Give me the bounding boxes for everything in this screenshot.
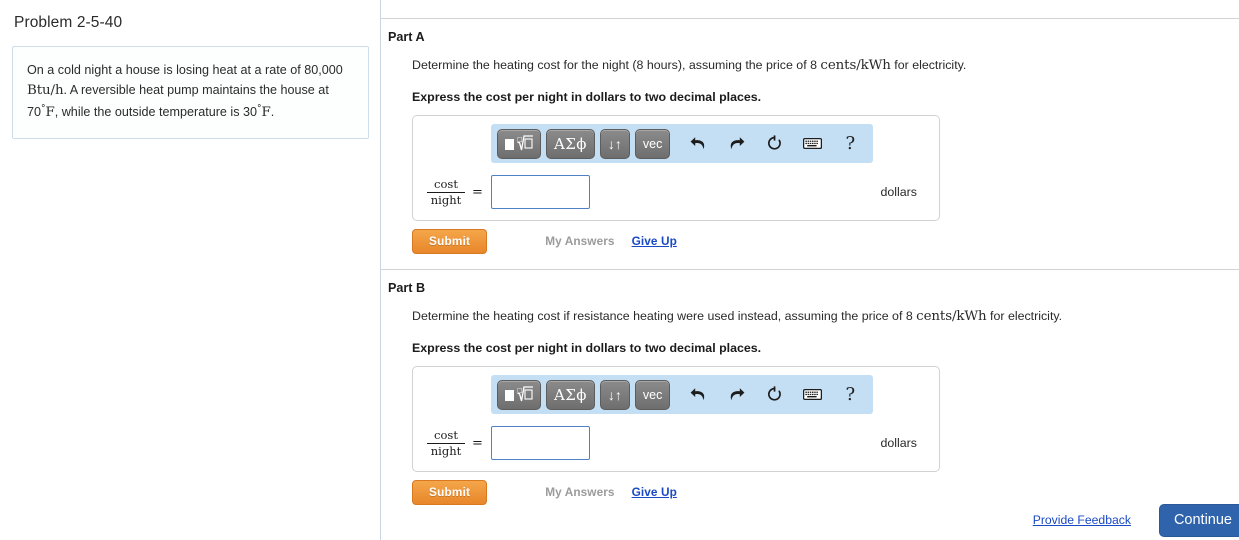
- problem-parts-region: Part A Determine the heating cost for th…: [381, 0, 1239, 540]
- problem-statement: On a cold night a house is losing heat a…: [12, 46, 369, 139]
- part-a-price-unit: cents/kWh: [820, 58, 891, 73]
- page-title: Problem 2-5-40: [14, 14, 123, 31]
- greek-letters-button[interactable]: ΑΣϕ: [546, 379, 595, 410]
- part-b-prompt-text-2: for electricity.: [986, 309, 1063, 324]
- math-template-button[interactable]: □: [497, 379, 541, 410]
- part-b-block: Part B Determine the heating cost if res…: [381, 281, 1239, 505]
- part-b-cost-per-night-fraction: cost night: [427, 427, 465, 458]
- unit-btu-per-hour: Btu/h: [27, 83, 64, 99]
- part-a-instruction: Express the cost per night in dollars to…: [412, 90, 762, 105]
- fraction-denominator: night: [430, 192, 462, 207]
- temperature-outside: 30: [243, 105, 258, 120]
- redo-icon[interactable]: [721, 381, 751, 409]
- part-a-answer-row: cost night = dollars: [427, 174, 939, 210]
- part-a-unit-label: dollars: [880, 185, 917, 200]
- part-b-price-unit: cents/kWh: [916, 309, 987, 325]
- provide-feedback-link[interactable]: Provide Feedback: [1033, 513, 1131, 527]
- keyboard-icon[interactable]: [797, 381, 827, 409]
- statement-line-2: . A reversible heat pump maintains the h…: [63, 83, 329, 98]
- fraction-numerator: cost: [434, 427, 458, 442]
- degree-fahrenheit-inside: °F: [41, 104, 55, 121]
- vector-button[interactable]: vec: [634, 128, 671, 159]
- divider-between-parts: [381, 269, 1239, 271]
- arrows-button[interactable]: ↓↑: [599, 128, 630, 159]
- statement-period: .: [270, 105, 275, 120]
- help-icon[interactable]: ?: [835, 130, 865, 158]
- part-b-my-answers-link[interactable]: My Answers: [545, 485, 614, 499]
- vector-button[interactable]: vec: [634, 379, 671, 410]
- help-icon[interactable]: ?: [835, 381, 865, 409]
- part-a-submit-button[interactable]: Submit: [412, 228, 488, 254]
- part-a-actions: Submit My Answers Give Up: [412, 228, 1239, 254]
- part-b-give-up-link[interactable]: Give Up: [632, 485, 677, 499]
- reset-icon[interactable]: [759, 130, 789, 158]
- redo-icon[interactable]: [721, 130, 751, 158]
- part-b-answer-panel: □ ΑΣϕ ↓↑ vec ? cost night = dollars: [412, 366, 940, 473]
- degree-fahrenheit-outside: °F: [257, 104, 271, 121]
- part-b-unit-label: dollars: [880, 436, 917, 451]
- equals-sign: =: [472, 184, 483, 200]
- temperature-inside: 70: [27, 105, 42, 120]
- keyboard-icon[interactable]: [797, 130, 827, 158]
- part-b-math-toolbar: □ ΑΣϕ ↓↑ vec ?: [491, 375, 873, 415]
- part-a-title: Part A: [388, 30, 425, 44]
- math-template-button[interactable]: □: [497, 128, 541, 159]
- part-b-prompt: Determine the heating cost if resistance…: [412, 308, 1239, 326]
- part-a-answer-panel: □ ΑΣϕ ↓↑ vec ? cost night = dollars: [412, 115, 940, 222]
- part-a-math-toolbar: □ ΑΣϕ ↓↑ vec ?: [491, 124, 873, 164]
- fraction-denominator: night: [430, 443, 462, 458]
- page-footer: Provide Feedback Continue: [381, 500, 1239, 540]
- statement-line-3: , while the outside temperature is: [54, 105, 244, 120]
- fraction-numerator: cost: [434, 176, 458, 191]
- part-a-answer-input[interactable]: [490, 175, 590, 210]
- part-a-prompt-text-1: Determine the heating cost for the night…: [412, 58, 821, 72]
- part-b-title: Part B: [388, 281, 426, 296]
- part-b-instruction: Express the cost per night in dollars to…: [412, 341, 762, 356]
- undo-icon[interactable]: [683, 381, 713, 409]
- greek-letters-button[interactable]: ΑΣϕ: [546, 128, 595, 159]
- part-b-answer-input[interactable]: [490, 426, 590, 461]
- part-a-prompt-text-2: for electricity.: [890, 58, 967, 72]
- problem-page: Problem 2-5-40 On a cold night a house i…: [0, 0, 1239, 540]
- part-a-give-up-link[interactable]: Give Up: [632, 234, 677, 248]
- part-a-cost-per-night-fraction: cost night: [427, 176, 465, 207]
- divider-top: [381, 18, 1239, 19]
- part-a-prompt: Determine the heating cost for the night…: [412, 57, 1239, 75]
- continue-button[interactable]: Continue: [1158, 503, 1239, 537]
- arrows-button[interactable]: ↓↑: [599, 379, 630, 410]
- undo-icon[interactable]: [683, 130, 713, 158]
- problem-sidebar: Problem 2-5-40 On a cold night a house i…: [0, 0, 381, 540]
- statement-line-1: On a cold night a house is losing heat a…: [27, 63, 343, 77]
- equals-sign: =: [472, 435, 483, 451]
- reset-icon[interactable]: [759, 381, 789, 409]
- part-a-my-answers-link[interactable]: My Answers: [545, 234, 614, 248]
- part-b-prompt-text-1: Determine the heating cost if resistance…: [412, 309, 917, 324]
- part-b-answer-row: cost night = dollars: [427, 425, 939, 461]
- part-a-block: Part A Determine the heating cost for th…: [381, 30, 1239, 254]
